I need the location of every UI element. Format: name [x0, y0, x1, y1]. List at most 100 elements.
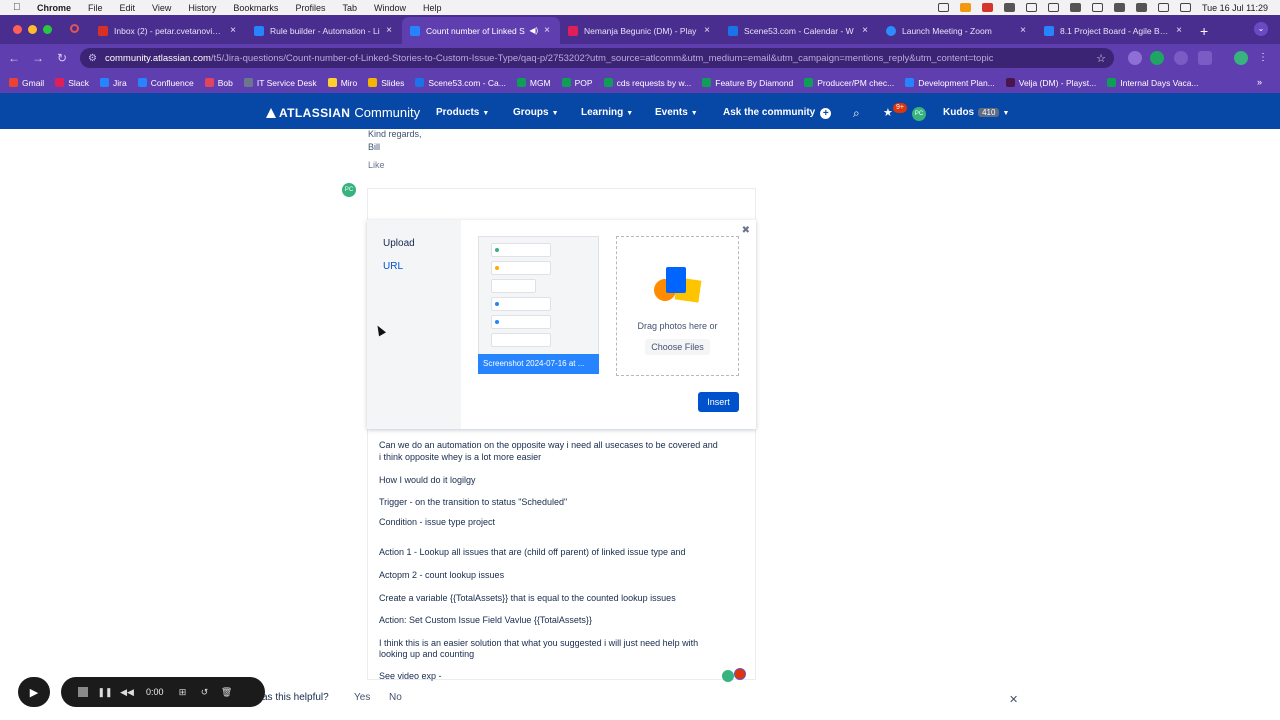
menu-view[interactable]: View — [152, 3, 171, 13]
helpful-yes-button[interactable]: Yes — [354, 692, 370, 703]
search-icon[interactable] — [1157, 3, 1169, 12]
forward-icon[interactable]: → — [26, 51, 50, 65]
search-icon[interactable]: ⌕ — [853, 106, 860, 121]
microphone-icon[interactable] — [937, 3, 949, 12]
menu-edit[interactable]: Edit — [120, 3, 136, 13]
close-icon[interactable]: ✕ — [1009, 693, 1018, 706]
menu-profiles[interactable]: Profiles — [295, 3, 325, 13]
tab-search-icon[interactable]: ⌄ — [1254, 22, 1268, 36]
apple-icon[interactable]:  — [13, 2, 25, 13]
maximize-window-button[interactable] — [43, 25, 52, 34]
wifi-icon[interactable] — [1135, 3, 1147, 12]
bookmark-item[interactable]: Development Plan... — [905, 78, 995, 88]
ask-community-link[interactable]: Ask the community + — [723, 107, 832, 119]
play-icon[interactable] — [1047, 3, 1059, 12]
nav-products[interactable]: Products ▼ — [436, 107, 489, 118]
bookmarks-overflow-icon[interactable]: » — [1257, 77, 1262, 87]
minimize-window-button[interactable] — [28, 25, 37, 34]
upload-option[interactable]: Upload — [383, 238, 415, 249]
bookmark-item[interactable]: Slides — [368, 78, 404, 88]
volume-icon[interactable] — [1069, 3, 1081, 12]
bookmark-item[interactable]: Slack — [55, 78, 89, 88]
menu-file[interactable]: File — [88, 3, 103, 13]
screen-record-icon[interactable] — [1025, 3, 1037, 12]
bookmark-item[interactable]: Miro — [327, 78, 357, 88]
insert-button[interactable]: Insert — [698, 392, 739, 412]
keyboard-input-icon[interactable] — [1091, 3, 1103, 12]
menu-tab[interactable]: Tab — [342, 3, 357, 13]
atlassian-community-logo[interactable]: ATLASSIAN Community — [266, 105, 420, 120]
menu-app[interactable]: Chrome — [37, 3, 71, 13]
shield-icon[interactable] — [981, 3, 993, 12]
photo-dropzone[interactable]: Drag photos here or Choose Files — [616, 236, 739, 376]
user-avatar[interactable]: PC — [912, 107, 926, 121]
close-tab-icon[interactable]: × — [1020, 25, 1026, 36]
close-tab-icon[interactable]: × — [544, 25, 550, 36]
tab-zoom[interactable]: Launch Meeting - Zoom × — [878, 17, 1036, 44]
address-bar[interactable]: ⚙ community.atlassian.com /t5/Jira-quest… — [80, 48, 1114, 68]
audio-playing-icon[interactable]: ◀) — [529, 26, 538, 35]
extension-icon[interactable] — [1174, 51, 1188, 65]
grammarly-icon[interactable] — [722, 670, 734, 682]
close-tab-icon[interactable]: × — [230, 25, 236, 36]
back-icon[interactable]: ← — [2, 51, 26, 65]
close-tab-icon[interactable]: × — [704, 25, 710, 36]
menu-history[interactable]: History — [188, 3, 216, 13]
extension-icon[interactable] — [1128, 51, 1142, 65]
mic-active-icon[interactable] — [959, 3, 971, 12]
stop-recording-icon[interactable] — [78, 687, 88, 697]
extension-status-icon[interactable] — [1003, 3, 1015, 12]
menu-bookmarks[interactable]: Bookmarks — [233, 3, 278, 13]
nav-events[interactable]: Events ▼ — [655, 107, 698, 118]
close-window-button[interactable] — [13, 25, 22, 34]
bookmark-item[interactable]: IT Service Desk — [243, 78, 317, 88]
editor-plugin-icon[interactable] — [734, 668, 746, 680]
close-tab-icon[interactable]: × — [1176, 25, 1182, 36]
bookmark-item[interactable]: POP — [561, 78, 593, 88]
menu-window[interactable]: Window — [374, 3, 406, 13]
close-tab-icon[interactable]: × — [386, 25, 392, 36]
bookmark-item[interactable]: Bob — [204, 78, 233, 88]
tab-gmail[interactable]: Inbox (2) - petar.cvetanovic@ × — [90, 17, 246, 44]
bookmark-star-icon[interactable]: ☆ — [1096, 52, 1106, 65]
extensions-puzzle-icon[interactable] — [1198, 51, 1212, 65]
bookmark-item[interactable]: Feature By Diamond — [702, 78, 793, 88]
profile-avatar-icon[interactable] — [1234, 51, 1248, 65]
url-option[interactable]: URL — [383, 261, 403, 272]
camera-icon[interactable]: ▶ — [18, 677, 50, 707]
site-info-icon[interactable]: ⚙ — [88, 53, 97, 64]
trash-icon[interactable]: 🗑 — [216, 687, 238, 698]
tab-calendar[interactable]: Scene53.com - Calendar - W × — [720, 17, 878, 44]
bookmark-item[interactable]: Internal Days Vaca... — [1107, 78, 1199, 88]
bookmark-item[interactable]: Velja (DM) - Playst... — [1005, 78, 1096, 88]
notifications-icon[interactable]: ★ — [883, 106, 893, 119]
bookmark-item[interactable]: Jira — [100, 78, 127, 88]
grid-icon[interactable]: ⊞ — [172, 687, 194, 698]
helpful-no-button[interactable]: No — [389, 692, 402, 703]
pause-icon[interactable]: ❚❚ — [94, 687, 116, 698]
bookmark-item[interactable]: Gmail — [9, 78, 44, 88]
tab-count-linked[interactable]: Count number of Linked S ◀) × — [402, 17, 560, 44]
tab-slack-dm[interactable]: Nemanja Begunic (DM) - Play × — [560, 17, 720, 44]
bookmark-item[interactable]: Producer/PM chec... — [804, 78, 894, 88]
bookmark-item[interactable]: Confluence — [137, 78, 194, 88]
new-tab-button[interactable]: + — [1200, 17, 1208, 44]
rewind-icon[interactable]: ◀◀ — [116, 687, 138, 698]
menu-help[interactable]: Help — [423, 3, 442, 13]
like-button[interactable]: Like — [368, 160, 385, 170]
kudos-menu[interactable]: Kudos 410 ▼ — [943, 107, 1009, 118]
bookmark-item[interactable]: MGM — [516, 78, 551, 88]
nav-groups[interactable]: Groups ▼ — [513, 107, 559, 118]
tab-project-board[interactable]: 8.1 Project Board - Agile Boar × — [1036, 17, 1192, 44]
control-center-icon[interactable] — [1179, 3, 1191, 12]
nav-learning[interactable]: Learning ▼ — [581, 107, 633, 118]
restart-icon[interactable]: ↺ — [194, 687, 216, 698]
bookmark-item[interactable]: cds requests by w... — [603, 78, 691, 88]
battery-icon[interactable] — [1113, 3, 1125, 12]
close-tab-icon[interactable]: × — [862, 25, 868, 36]
close-icon[interactable]: ✖ — [742, 225, 750, 236]
tab-rule-builder[interactable]: Rule builder - Automation - Li × — [246, 17, 402, 44]
grammarly-icon[interactable] — [1150, 51, 1164, 65]
chrome-menu-icon[interactable]: ⋮ — [1256, 51, 1270, 65]
bookmark-item[interactable]: Scene53.com - Ca... — [415, 78, 506, 88]
